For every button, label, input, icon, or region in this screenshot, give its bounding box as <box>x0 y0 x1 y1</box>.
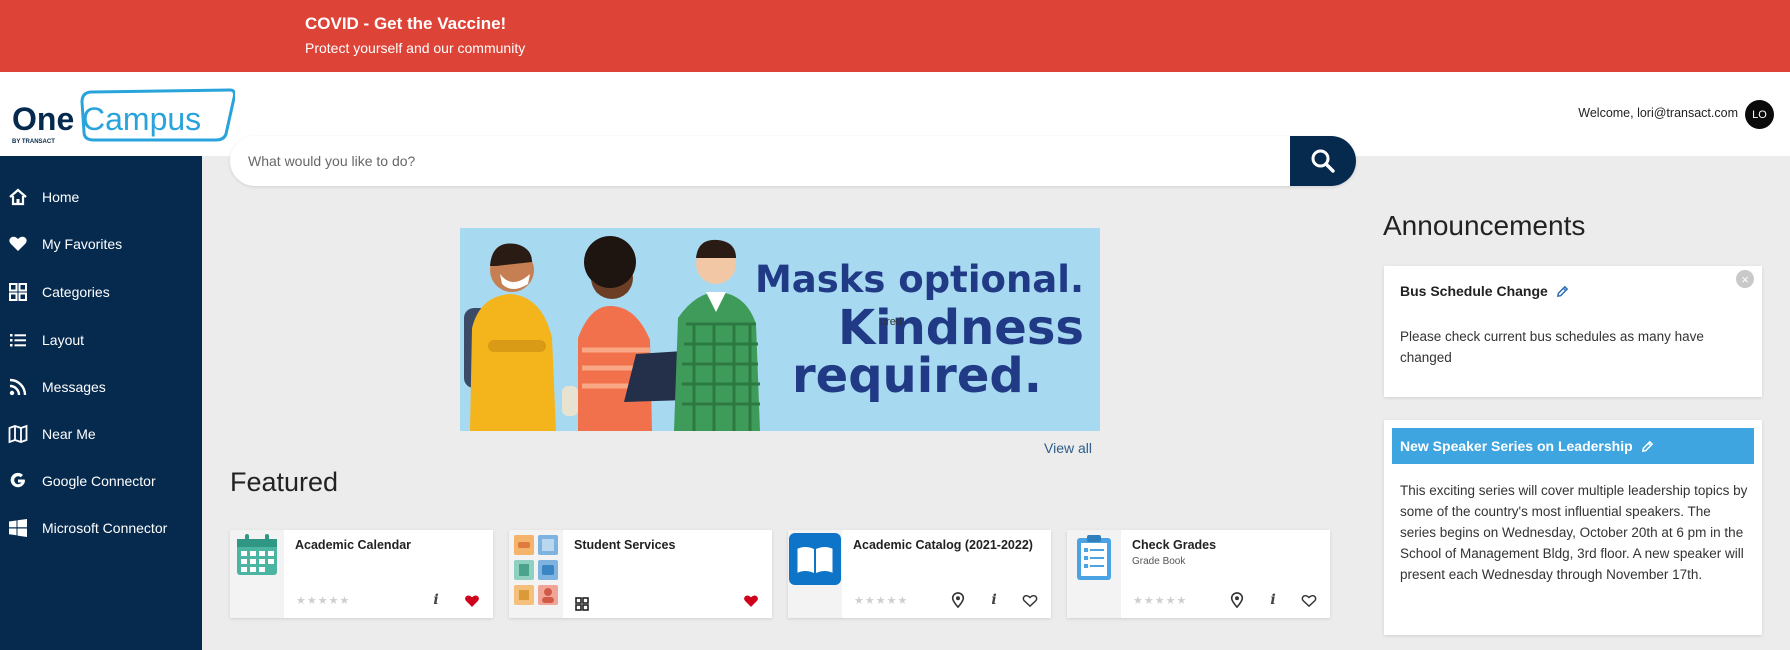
onecampus-logo[interactable]: One Campus BY TRANSACT <box>10 86 235 146</box>
sidebar-item-label: Microsoft Connector <box>42 520 168 536</box>
sidebar-item-label: Near Me <box>42 426 96 442</box>
hero-line-1: Masks optional. <box>754 258 1084 301</box>
favorite-heart-outline-icon[interactable] <box>1019 590 1041 610</box>
home-icon <box>8 187 28 207</box>
featured-heading: Featured <box>230 467 339 497</box>
sidebar-item-near-me[interactable]: Near Me <box>0 414 202 454</box>
edit-pencil-icon[interactable] <box>1556 285 1569 298</box>
sidebar-item-label: My Favorites <box>42 236 123 252</box>
rss-icon <box>8 377 28 397</box>
featured-card-academic-catalog[interactable]: Academic Catalog (2021-2022) ★★★★★ i <box>788 530 1051 618</box>
book-icon <box>788 530 842 618</box>
search-button[interactable] <box>1290 136 1356 186</box>
close-icon[interactable]: × <box>1736 270 1754 288</box>
card-subtitle: Grade Book <box>1132 556 1186 567</box>
sidebar-item-label: Categories <box>42 284 110 300</box>
favorite-heart-outline-icon[interactable] <box>1298 590 1320 610</box>
list-icon <box>8 330 28 350</box>
location-pin-icon[interactable] <box>947 590 969 610</box>
sidebar-item-microsoft-connector[interactable]: Microsoft Connector <box>0 508 202 548</box>
search-icon <box>1311 149 1335 173</box>
featured-card-student-services[interactable]: Student Services <box>509 530 772 618</box>
rating-stars[interactable]: ★★★★★ <box>296 594 350 607</box>
announcement-body: This exciting series will cover multiple… <box>1400 483 1748 582</box>
welcome-text: Welcome, lori@transact.com <box>1578 106 1738 120</box>
announcements-heading: Announcements <box>1383 210 1586 241</box>
heart-icon <box>8 234 28 254</box>
search-input[interactable] <box>248 136 1308 186</box>
google-icon <box>8 471 28 491</box>
featured-card-academic-calendar[interactable]: Academic Calendar ★★★★★ i <box>230 530 493 618</box>
svg-text:One: One <box>12 101 74 137</box>
sidebar-item-messages[interactable]: Messages <box>0 367 202 407</box>
location-pin-icon[interactable] <box>1226 590 1248 610</box>
favorite-heart-icon[interactable] <box>740 590 762 610</box>
announcement-body: Please check current bus schedules as ma… <box>1400 329 1704 365</box>
sidebar-item-categories[interactable]: Categories <box>0 272 202 312</box>
sidebar: Home My Favorites Categories Layout Mess… <box>0 156 202 650</box>
announcement-card[interactable]: × Bus Schedule Change Please check curre… <box>1384 266 1762 397</box>
hero-line-3: required. <box>791 348 1042 404</box>
sidebar-item-home[interactable]: Home <box>0 177 202 217</box>
banner-title: COVID - Get the Vaccine! <box>305 14 507 33</box>
calendar-icon <box>230 530 284 618</box>
info-icon[interactable]: i <box>1262 590 1284 610</box>
svg-text:Campus: Campus <box>82 101 201 137</box>
windows-icon <box>8 518 28 538</box>
info-icon[interactable]: i <box>983 590 1005 610</box>
card-title: Check Grades <box>1132 538 1217 552</box>
student-services-icon <box>509 530 563 618</box>
featured-card-check-grades[interactable]: Check Grades Grade Book ★★★★★ i <box>1067 530 1330 618</box>
favorite-heart-icon[interactable] <box>461 590 483 610</box>
sidebar-item-label: Home <box>42 189 80 205</box>
announcement-card[interactable]: New Speaker Series on Leadership This ex… <box>1384 420 1762 635</box>
card-title: Student Services <box>574 538 676 552</box>
sidebar-item-label: Layout <box>42 332 85 348</box>
grid-icon <box>8 282 28 302</box>
card-title: Academic Calendar <box>295 538 412 552</box>
search-bar <box>230 136 1356 186</box>
avatar[interactable]: LO <box>1745 100 1774 129</box>
rating-stars[interactable]: ★★★★★ <box>854 594 908 607</box>
logo-byline: BY TRANSACT <box>12 139 55 145</box>
announcement-title: New Speaker Series on Leadership <box>1400 438 1633 454</box>
rating-stars[interactable]: ★★★★★ <box>1133 594 1187 607</box>
sidebar-item-label: Google Connector <box>42 473 156 489</box>
banner-subtitle: Protect yourself and our community <box>305 40 526 56</box>
edit-pencil-icon[interactable] <box>1641 440 1654 453</box>
sidebar-item-label: Messages <box>42 379 106 395</box>
card-title: Academic Catalog (2021-2022) <box>853 538 1033 552</box>
map-icon <box>8 424 28 444</box>
sidebar-item-my-favorites[interactable]: My Favorites <box>0 224 202 264</box>
grid-icon[interactable] <box>575 597 589 611</box>
hero-overlay-text: ured <box>880 316 903 328</box>
hero-banner[interactable]: Masks optional. Kindness required. ured <box>460 228 1100 431</box>
view-all-link[interactable]: View all <box>1044 440 1092 456</box>
info-icon[interactable]: i <box>425 590 447 610</box>
covid-banner[interactable]: COVID - Get the Vaccine! Protect yoursel… <box>0 0 1790 72</box>
sidebar-item-layout[interactable]: Layout <box>0 320 202 360</box>
sidebar-item-google-connector[interactable]: Google Connector <box>0 461 202 501</box>
announcement-title: Bus Schedule Change <box>1400 283 1548 299</box>
clipboard-icon <box>1067 530 1121 618</box>
